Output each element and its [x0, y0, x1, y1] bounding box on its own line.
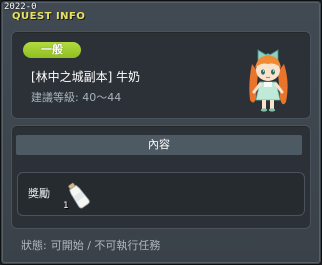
reward-box: 獎勵 1 — [17, 172, 305, 216]
quest-status: 狀態: 可開始 / 不可執行任務 — [21, 239, 164, 252]
reward-quantity: 1 — [63, 201, 69, 211]
npc-girl-portrait — [249, 49, 288, 112]
status-value: 可開始 / 不可執行任務 — [50, 239, 161, 252]
quest-name: [林中之城副本] 牛奶 — [31, 70, 141, 84]
reward-item-slot[interactable]: 1 — [62, 179, 94, 211]
quest-summary-panel: 一般 [林中之城副本] 牛奶 建議等級: 40～44 — [11, 31, 311, 119]
content-section-header: 內容 — [16, 135, 302, 155]
quest-recommended-level: 建議等級: 40～44 — [31, 91, 122, 104]
quest-detail-panel: 內容 獎勵 1 — [11, 125, 311, 229]
quest-type-badge: 一般 — [23, 42, 81, 58]
status-label: 狀態: — [21, 239, 47, 252]
reward-label: 獎勵 — [28, 187, 50, 200]
quest-info-window: 2022-0 QUEST INFO 一般 [林中之城副本] 牛奶 建議等級: 4… — [0, 0, 322, 265]
window-title: QUEST INFO — [12, 11, 86, 22]
